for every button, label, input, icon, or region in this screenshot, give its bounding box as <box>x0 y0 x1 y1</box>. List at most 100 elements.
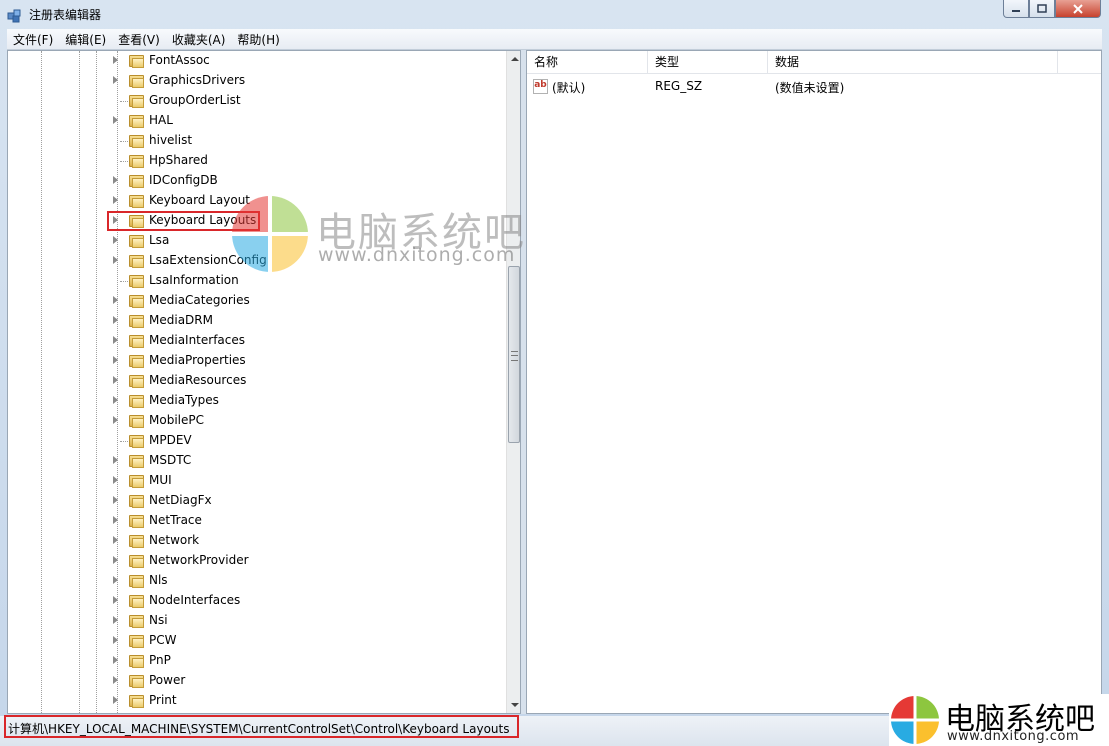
folder-icon <box>129 414 145 428</box>
tree-item-label: FontAssoc <box>149 53 210 67</box>
tree-item[interactable]: NodeInterfaces <box>8 591 506 611</box>
menu-file[interactable]: 文件(F) <box>7 31 59 48</box>
minimize-button[interactable] <box>1003 0 1029 18</box>
expand-arrow-icon[interactable] <box>113 176 118 184</box>
menu-favorites[interactable]: 收藏夹(A) <box>166 31 232 48</box>
title-bar[interactable]: 注册表编辑器 <box>0 0 1109 28</box>
expand-arrow-icon[interactable] <box>113 296 118 304</box>
tree-item[interactable]: MSDTC <box>8 451 506 471</box>
expand-arrow-icon[interactable] <box>113 396 118 404</box>
folder-icon <box>129 394 145 408</box>
tree-item[interactable]: MobilePC <box>8 411 506 431</box>
tree-item[interactable]: HpShared <box>8 151 506 171</box>
folder-icon <box>129 54 145 68</box>
tree-item[interactable]: Print <box>8 691 506 711</box>
expand-arrow-icon[interactable] <box>113 696 118 704</box>
expand-arrow-icon[interactable] <box>113 476 118 484</box>
folder-icon <box>129 234 145 248</box>
tree-item[interactable]: MPDEV <box>8 431 506 451</box>
folder-icon <box>129 154 145 168</box>
expand-arrow-icon[interactable] <box>113 416 118 424</box>
folder-icon <box>129 694 145 708</box>
folder-icon <box>129 634 145 648</box>
tree-item[interactable]: GroupOrderList <box>8 91 506 111</box>
tree-vertical-scrollbar[interactable] <box>506 51 520 713</box>
folder-icon <box>129 74 145 88</box>
expand-arrow-icon[interactable] <box>113 76 118 84</box>
expand-arrow-icon[interactable] <box>113 116 118 124</box>
tree-item[interactable]: MediaResources <box>8 371 506 391</box>
expand-arrow-icon[interactable] <box>113 556 118 564</box>
tree-item[interactable]: Power <box>8 671 506 691</box>
registry-tree-pane[interactable]: FontAssoc GraphicsDrivers GroupOrderList HA… <box>7 50 521 714</box>
expand-arrow-icon[interactable] <box>113 576 118 584</box>
tree-item[interactable]: NetDiagFx <box>8 491 506 511</box>
expand-arrow-icon[interactable] <box>113 616 118 624</box>
tree-item[interactable]: HAL <box>8 111 506 131</box>
expand-arrow-icon[interactable] <box>113 336 118 344</box>
folder-icon <box>129 274 145 288</box>
tree-item-label: HpShared <box>149 153 208 167</box>
expand-arrow-icon[interactable] <box>113 316 118 324</box>
tree-item[interactable]: PnP <box>8 651 506 671</box>
expand-arrow-icon[interactable] <box>113 236 118 244</box>
scroll-thumb[interactable] <box>508 266 520 443</box>
close-button[interactable] <box>1055 0 1101 18</box>
tree-item[interactable]: MediaDRM <box>8 311 506 331</box>
folder-icon <box>129 114 145 128</box>
column-header-type[interactable]: 类型 <box>648 51 768 73</box>
menu-edit[interactable]: 编辑(E) <box>59 31 112 48</box>
tree-item[interactable]: LsaInformation <box>8 271 506 291</box>
tree-item[interactable]: hivelist <box>8 131 506 151</box>
value-data: (数值未设置) <box>775 81 845 95</box>
ab-string-icon: ab <box>533 79 548 94</box>
tree-item[interactable]: FontAssoc <box>8 51 506 71</box>
tree-item[interactable]: MediaCategories <box>8 291 506 311</box>
expand-arrow-icon[interactable] <box>113 596 118 604</box>
tree-item[interactable]: MediaInterfaces <box>8 331 506 351</box>
expand-arrow-icon[interactable] <box>113 256 118 264</box>
tree-item[interactable]: Nsi <box>8 611 506 631</box>
scroll-up-arrow-icon[interactable] <box>511 57 519 61</box>
tree-item-label: Power <box>149 673 186 687</box>
expand-arrow-icon[interactable] <box>113 636 118 644</box>
tree-item[interactable]: PCW <box>8 631 506 651</box>
folder-icon <box>129 254 145 268</box>
values-list-pane[interactable]: 名称 类型 数据 ab (默认) REG_SZ (数值未设置) <box>526 50 1102 714</box>
folder-icon <box>129 574 145 588</box>
tree-item[interactable]: NetTrace <box>8 511 506 531</box>
tree-item-label: GroupOrderList <box>149 93 241 107</box>
expand-arrow-icon[interactable] <box>113 496 118 504</box>
tree-item[interactable]: NetworkProvider <box>8 551 506 571</box>
window-controls <box>1003 0 1101 18</box>
expand-arrow-icon[interactable] <box>113 376 118 384</box>
expand-arrow-icon[interactable] <box>113 516 118 524</box>
tree-item[interactable]: GraphicsDrivers <box>8 71 506 91</box>
folder-icon <box>129 294 145 308</box>
close-icon <box>1073 3 1083 14</box>
expand-arrow-icon[interactable] <box>113 676 118 684</box>
column-header-data[interactable]: 数据 <box>768 51 1058 73</box>
expand-arrow-icon[interactable] <box>113 536 118 544</box>
tree-item[interactable]: MediaProperties <box>8 351 506 371</box>
tree-connector-line <box>120 101 128 102</box>
tree-item[interactable]: IDConfigDB <box>8 171 506 191</box>
maximize-button[interactable] <box>1029 0 1055 18</box>
tree-item[interactable]: Network <box>8 531 506 551</box>
column-header-name[interactable]: 名称 <box>527 51 648 73</box>
folder-icon <box>129 614 145 628</box>
list-row[interactable]: ab (默认) REG_SZ (数值未设置) <box>527 77 1101 97</box>
expand-arrow-icon[interactable] <box>113 456 118 464</box>
tree-item[interactable]: MUI <box>8 471 506 491</box>
expand-arrow-icon[interactable] <box>113 656 118 664</box>
menu-view[interactable]: 查看(V) <box>112 31 166 48</box>
expand-arrow-icon[interactable] <box>113 356 118 364</box>
expand-arrow-icon[interactable] <box>113 196 118 204</box>
tree-item[interactable]: Nls <box>8 571 506 591</box>
menu-help[interactable]: 帮助(H) <box>231 31 285 48</box>
folder-icon <box>129 334 145 348</box>
status-path-highlight <box>4 715 519 738</box>
expand-arrow-icon[interactable] <box>113 56 118 64</box>
tree-item[interactable]: MediaTypes <box>8 391 506 411</box>
scroll-down-arrow-icon[interactable] <box>511 703 519 707</box>
